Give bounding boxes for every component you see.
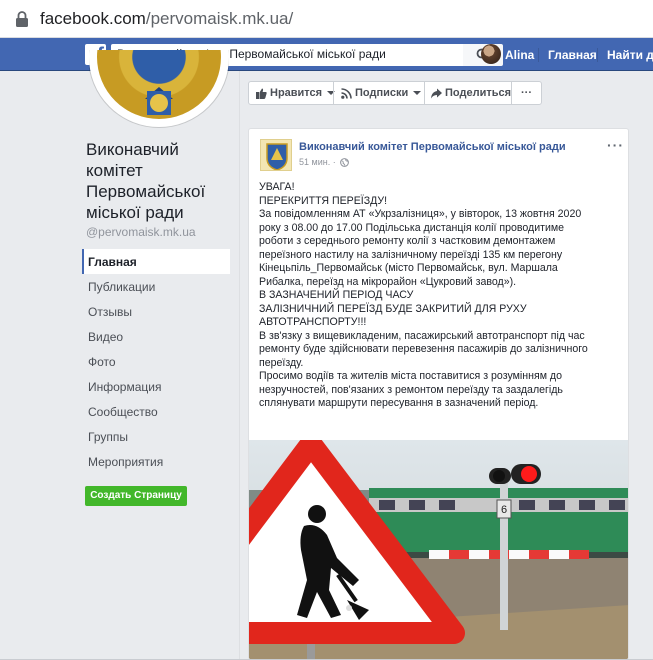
post-text-line: незручностей, пов'язаних з ремонтом пере… (259, 383, 563, 396)
page-profile-picture[interactable] (89, 50, 229, 128)
post-text-line: В ЗАЗНАЧЕНИЙ ПЕРІОД ЧАСУ (259, 289, 414, 301)
page-actions-bar: Нравится Подписки Поделиться ··· (248, 81, 542, 105)
page-title-line: Первомайської (86, 182, 206, 201)
rss-icon (341, 87, 352, 99)
post-text-line: ЗАЛІЗНИЧНИЙ ПЕРЕЇЗД БУДЕ ЗАКРИТИЙ ДЛЯ РУ… (259, 302, 527, 315)
coat-of-arms-icon (266, 143, 288, 170)
nav-divider (538, 48, 539, 62)
follow-button[interactable]: Подписки (341, 82, 422, 104)
menu-item-videos[interactable]: Видео (82, 324, 230, 349)
page-handle[interactable]: @pervomaisk.mk.ua (86, 225, 196, 239)
action-divider (511, 82, 512, 104)
post-card: Виконавчий комітет Первомайської міської… (248, 128, 629, 660)
menu-item-community[interactable]: Сообщество (82, 399, 230, 424)
post-text-line: року з 08.00 до 17.00 Подільська дистанц… (259, 221, 565, 234)
post-text-line: ПЕРЕКРИТТЯ ПЕРЕЇЗДУ! (259, 194, 388, 207)
post-text-line: АВТОТРАНСПОРТУ!!! (259, 316, 367, 328)
column-divider (239, 71, 240, 660)
page-menu: Главная Публикации Отзывы Видео Фото Инф… (82, 249, 230, 474)
action-divider (424, 82, 425, 104)
post-time-text: 51 мин. · (299, 157, 336, 167)
globe-icon (340, 158, 350, 168)
post-text-line: ремонту буде здійснювати перевезення пас… (259, 343, 588, 355)
post-text-line: переїзду. (259, 356, 304, 369)
signal-number-label: 6 (501, 504, 507, 516)
share-label: Поделиться (445, 87, 512, 99)
post-author-avatar[interactable] (260, 139, 292, 171)
post-author-name[interactable]: Виконавчий комітет Первомайської міської… (299, 141, 566, 153)
menu-item-about[interactable]: Информация (82, 374, 230, 399)
action-divider (333, 82, 334, 104)
post-text-line: Просимо водіїв та жителів міста поставит… (259, 370, 562, 382)
lock-icon (16, 11, 28, 27)
page-title-line: Виконавчий (86, 140, 179, 159)
page-title-line: комітет (86, 161, 143, 180)
follow-label: Подписки (355, 87, 409, 99)
thumbs-up-icon (256, 88, 267, 99)
post-timestamp[interactable]: 51 мин. · (299, 157, 350, 168)
menu-item-reviews[interactable]: Отзывы (82, 299, 230, 324)
menu-item-groups[interactable]: Группы (82, 424, 230, 449)
menu-item-events[interactable]: Мероприятия (82, 449, 230, 474)
page-title-line: міської ради (86, 203, 184, 222)
post-text-line: роботи з середнього ремонту колії з част… (259, 235, 556, 247)
nav-user-name[interactable]: Alina (505, 48, 534, 62)
share-arrow-icon (431, 88, 442, 99)
nav-home-link[interactable]: Главная (548, 48, 597, 62)
share-button[interactable]: Поделиться (431, 82, 511, 104)
like-button[interactable]: Нравится (256, 82, 336, 104)
post-text-line: В зв'язку з вищевикладеним, пасажирський… (259, 329, 585, 342)
menu-item-home[interactable]: Главная (82, 249, 230, 274)
nav-divider (597, 48, 598, 62)
more-actions-button[interactable]: ··· (521, 82, 532, 104)
post-text-line: Рибалка, переїзд на мікрорайон «Цукровий… (259, 275, 517, 288)
post-text-line: Кінецьпіль_Первомайськ (місто Первомайсь… (259, 262, 558, 274)
menu-item-photos[interactable]: Фото (82, 349, 230, 374)
create-page-button[interactable]: Создать Страницу (85, 486, 187, 506)
nav-find-friends-link[interactable]: Найти дру (607, 48, 653, 62)
like-label: Нравится (270, 87, 323, 99)
url-path: /pervomaisk.mk.ua/ (145, 9, 294, 28)
coat-of-arms-icon (145, 87, 173, 115)
url-host: facebook.com (40, 9, 146, 28)
post-text-line: переїзного настилу на залізничному переї… (259, 248, 563, 261)
post-text-line: УВАГА! (259, 181, 295, 193)
menu-item-posts[interactable]: Публикации (82, 274, 230, 299)
post-text-line: сплянувати маршрути пересування в зазнач… (259, 397, 539, 409)
chevron-down-icon (413, 91, 422, 96)
address-bar[interactable]: facebook.com/pervomaisk.mk.ua/ (0, 0, 653, 38)
post-text: УВАГА! ПЕРЕКРИТТЯ ПЕРЕЇЗДУ! За повідомле… (259, 181, 624, 411)
post-image[interactable]: 6 (249, 440, 629, 660)
browser-window: facebook.com/pervomaisk.mk.ua/ f Виконав… (0, 0, 653, 660)
post-text-line: За повідомленням АТ «Укрзалізниця», у ві… (259, 208, 582, 220)
post-options-icon[interactable]: ··· (607, 137, 624, 153)
page-title[interactable]: Виконавчий комітет Первомайської міської… (86, 139, 236, 223)
url-text[interactable]: facebook.com/pervomaisk.mk.ua/ (40, 9, 293, 29)
user-avatar[interactable] (481, 44, 501, 64)
